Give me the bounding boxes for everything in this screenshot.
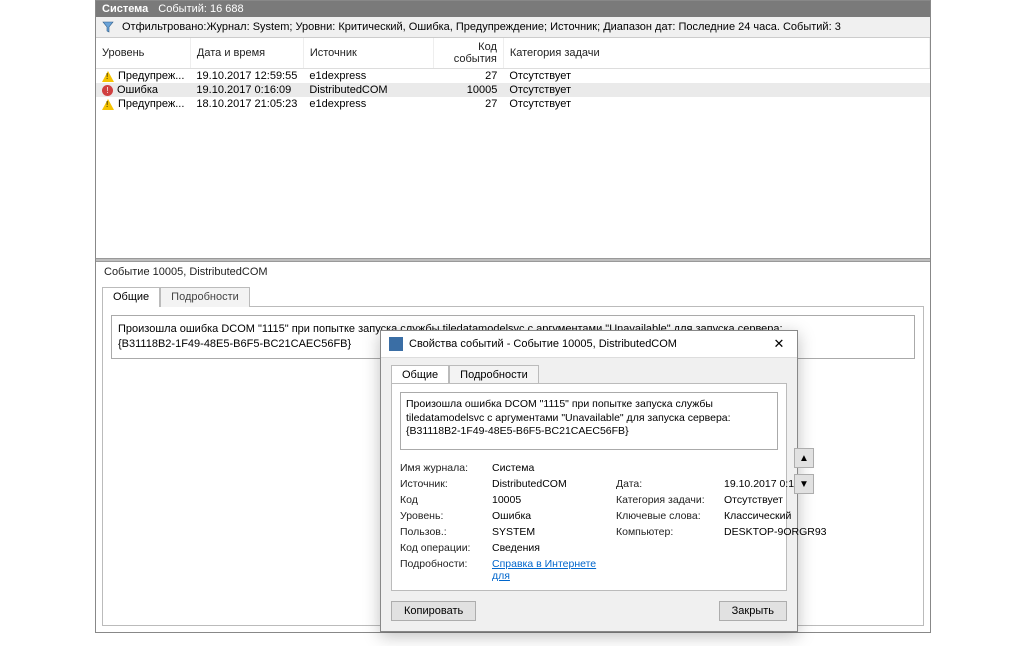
funnel-icon xyxy=(102,21,114,33)
event-properties-dialog: Свойства событий - Событие 10005, Distri… xyxy=(380,330,798,632)
col-level[interactable]: Уровень xyxy=(96,38,190,69)
dialog-icon xyxy=(389,337,403,351)
prev-event-button[interactable]: ▲ xyxy=(794,448,814,468)
detail-header: Событие 10005, DistributedCOM xyxy=(96,262,930,282)
event-properties-grid: Имя журнала: Система Источник: Distribut… xyxy=(400,462,778,582)
event-count: Событий: 16 688 xyxy=(158,3,243,15)
filter-bar: Отфильтровано:Журнал: System; Уровни: Кр… xyxy=(96,17,930,38)
copy-button[interactable]: Копировать xyxy=(391,601,476,621)
col-datetime[interactable]: Дата и время xyxy=(190,38,303,69)
dlg-tab-details[interactable]: Подробности xyxy=(449,365,539,384)
dlg-tab-general[interactable]: Общие xyxy=(391,365,449,384)
filter-summary: Отфильтровано:Журнал: System; Уровни: Кр… xyxy=(122,21,841,33)
col-source[interactable]: Источник xyxy=(303,38,433,69)
col-category[interactable]: Категория задачи xyxy=(503,38,929,69)
window-title-bar: Система Событий: 16 688 xyxy=(96,1,930,17)
log-name: Система xyxy=(102,3,148,15)
dialog-title: Свойства событий - Событие 10005, Distri… xyxy=(409,338,677,350)
warning-icon xyxy=(102,71,114,82)
table-row[interactable]: Предупреж...18.10.2017 21:05:23e1dexpres… xyxy=(96,97,930,111)
arrow-down-icon: ▼ xyxy=(799,479,809,490)
warning-icon xyxy=(102,99,114,110)
detail-tabs: Общие Подробности xyxy=(102,286,930,306)
error-icon xyxy=(102,85,113,96)
col-eventid[interactable]: Код события xyxy=(433,38,503,69)
tab-general[interactable]: Общие xyxy=(102,287,160,307)
dlg-tab-body: Произошла ошибка DCOM "1115" при попытке… xyxy=(391,383,787,591)
help-link[interactable]: Справка в Интернете для xyxy=(492,558,612,582)
dlg-message: Произошла ошибка DCOM "1115" при попытке… xyxy=(400,392,778,450)
tab-details[interactable]: Подробности xyxy=(160,287,250,307)
arrow-up-icon: ▲ xyxy=(799,453,809,464)
table-row[interactable]: Предупреж...19.10.2017 12:59:55e1dexpres… xyxy=(96,69,930,84)
close-icon[interactable]: ✕ xyxy=(769,335,789,353)
close-button[interactable]: Закрыть xyxy=(719,601,787,621)
event-table[interactable]: Уровень Дата и время Источник Код событи… xyxy=(96,38,930,111)
dialog-title-bar[interactable]: Свойства событий - Событие 10005, Distri… xyxy=(381,331,797,358)
table-row[interactable]: Ошибка19.10.2017 0:16:09DistributedCOM10… xyxy=(96,83,930,97)
next-event-button[interactable]: ▼ xyxy=(794,474,814,494)
event-list-pane[interactable]: Уровень Дата и время Источник Код событи… xyxy=(96,38,930,258)
